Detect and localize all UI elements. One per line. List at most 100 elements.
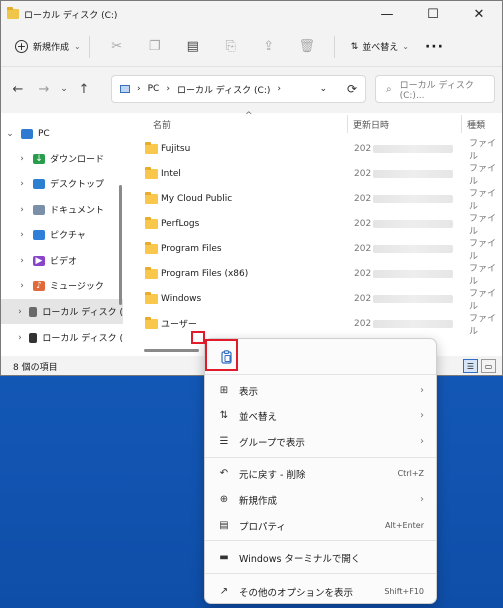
file-type: ファイル <box>469 288 497 312</box>
context-menu: ⊞ 表示 › ⇅ 並べ替え › ☰ グループで表示 › ↶ 元に戻す - 削除 Ctrl+Z ⊕ 新規作成… <box>204 338 437 604</box>
chevron-right-icon[interactable]: › <box>15 256 29 266</box>
toolbar-divider <box>333 35 335 58</box>
chevron-right-icon[interactable]: › <box>15 281 29 291</box>
copy-icon[interactable]: ❐ <box>136 32 174 62</box>
file-name: PerfLogs <box>161 218 200 229</box>
navigation-pane: ⌄ PC › ↓ ダウンロード › デスクトップ › ドキュメント › ピクチャ › ▶ ビデオ › ♪ ミュー… <box>1 113 123 359</box>
address-dropdown-button[interactable]: ⌄ <box>319 84 327 94</box>
sidebar-item[interactable]: › ♪ ミュージック <box>1 273 123 298</box>
column-header-name[interactable]: 名前 <box>153 113 171 135</box>
new-button[interactable]: + 新規作成 ⌄ <box>15 40 81 53</box>
sidebar-item[interactable]: ⌄ PC <box>1 121 123 146</box>
recent-locations-button[interactable]: ⌄ <box>57 76 71 102</box>
sidebar-scrollbar[interactable] <box>119 185 122 305</box>
column-divider[interactable] <box>461 115 462 133</box>
details-view-button[interactable]: ☰ <box>463 359 478 373</box>
context-menu-item[interactable]: ▤ プロパティ Alt+Enter <box>205 513 436 538</box>
sidebar-item[interactable]: › ローカル ディスク ( <box>1 325 123 350</box>
file-date: 202 <box>354 193 372 204</box>
chevron-right-icon[interactable]: › <box>15 205 29 215</box>
sidebar-item[interactable]: › ローカル ディスク ( <box>1 299 123 324</box>
file-explorer-window: ローカル ディスク (C:) — ☐ ✕ + 新規作成 ⌄ ✂ ❐ ▤ ⎘ ⇪ … <box>0 0 503 376</box>
close-button[interactable]: ✕ <box>456 1 502 27</box>
file-row[interactable]: Windows 202 ファイル <box>131 286 502 312</box>
search-input[interactable]: ⌕ ローカル ディスク (C:)... <box>375 75 495 103</box>
context-menu-item[interactable]: ⇅ 並べ替え › <box>205 403 436 428</box>
column-divider[interactable] <box>347 115 348 133</box>
column-header-type[interactable]: 種類 <box>467 113 485 135</box>
file-date: 202 <box>354 318 372 329</box>
folder-icon <box>145 166 158 179</box>
context-menu-item[interactable]: ▬ Windows ターミナルで開く <box>205 545 436 570</box>
context-menu-item-label: Windows ターミナルで開く <box>239 553 361 565</box>
highlight-paste-button <box>205 339 238 371</box>
item-count: 8 個の項目 <box>13 362 58 373</box>
breadcrumb-pc[interactable]: PC <box>148 84 160 94</box>
file-type: ファイル <box>469 188 497 212</box>
horizontal-scrollbar[interactable] <box>144 349 199 352</box>
file-row[interactable]: ユーザー 202 ファイル <box>131 311 502 337</box>
maximize-button[interactable]: ☐ <box>410 1 456 27</box>
sidebar-item[interactable]: › ▶ ビデオ <box>1 248 123 273</box>
file-date: 202 <box>354 243 372 254</box>
file-name: Program Files (x86) <box>161 268 249 279</box>
undo-icon: ↶ <box>219 468 229 479</box>
context-menu-item[interactable]: ⊕ 新規作成 › <box>205 487 436 512</box>
chevron-right-icon[interactable]: › <box>15 179 29 189</box>
file-row[interactable]: Program Files (x86) 202 ファイル <box>131 261 502 287</box>
delete-icon[interactable]: 🗑 <box>288 32 326 62</box>
context-menu-item[interactable]: ⊞ 表示 › <box>205 378 436 403</box>
redacted-date <box>373 269 453 278</box>
sort-button[interactable]: ⇅ 並べ替え ⌄ <box>351 40 409 54</box>
minimize-button[interactable]: — <box>364 1 410 27</box>
share-icon[interactable]: ⇪ <box>250 32 288 62</box>
chevron-right-icon[interactable]: › <box>15 307 25 317</box>
address-bar[interactable]: › PC › ローカル ディスク (C:) › ⌄ <box>111 75 366 103</box>
file-name: ユーザー <box>161 320 197 330</box>
sidebar-item[interactable]: › ピクチャ <box>1 222 123 247</box>
refresh-button[interactable]: ⟳ <box>338 75 366 103</box>
terminal-icon: ▬ <box>219 552 229 563</box>
column-header-date[interactable]: 更新日時 <box>353 113 389 135</box>
file-row[interactable]: My Cloud Public 202 ファイル <box>131 186 502 212</box>
content-area: ⌄ PC › ↓ ダウンロード › デスクトップ › ドキュメント › ピクチャ › ▶ ビデオ › ♪ ミュー… <box>1 111 502 359</box>
context-menu-item[interactable]: ↶ 元に戻す - 削除 Ctrl+Z <box>205 461 436 486</box>
sidebar-item-icon <box>28 332 38 343</box>
more-options-button[interactable]: ··· <box>425 39 444 55</box>
file-row[interactable]: Intel 202 ファイル <box>131 161 502 187</box>
file-row[interactable]: Fujitsu 202 ファイル <box>131 136 502 162</box>
cut-icon[interactable]: ✂ <box>98 32 136 62</box>
new-button-label: 新規作成 <box>33 43 70 53</box>
context-menu-item-label: グループで表示 <box>239 437 305 449</box>
chevron-down-icon[interactable]: ⌄ <box>3 129 17 139</box>
context-menu-item[interactable]: ☰ グループで表示 › <box>205 429 436 454</box>
sidebar-item-icon <box>28 306 38 317</box>
forward-button[interactable]: → <box>31 76 57 102</box>
chevron-right-icon[interactable]: › <box>15 154 29 164</box>
folder-icon <box>145 141 158 154</box>
sidebar-item-icon <box>33 229 45 240</box>
sidebar-item-label: ダウンロード <box>50 155 105 165</box>
sidebar-item[interactable]: › ドキュメント <box>1 197 123 222</box>
context-menu-item-label: 表示 <box>239 386 259 398</box>
menu-divider <box>205 457 436 458</box>
file-row[interactable]: PerfLogs 202 ファイル <box>131 211 502 237</box>
back-button[interactable]: ← <box>5 76 31 102</box>
context-menu-item-label: 並べ替え <box>239 411 278 423</box>
sidebar-item[interactable]: › デスクトップ <box>1 171 123 196</box>
sidebar-item[interactable]: › ↓ ダウンロード <box>1 146 123 171</box>
file-row[interactable]: Program Files 202 ファイル <box>131 236 502 262</box>
breadcrumb-separator: › <box>137 84 141 94</box>
folder-icon <box>145 316 158 329</box>
up-button[interactable]: ↑ <box>71 76 97 102</box>
chevron-right-icon[interactable]: › <box>15 333 25 343</box>
large-icons-view-button[interactable]: ▭ <box>481 359 496 373</box>
group-icon: ☰ <box>219 436 229 447</box>
context-menu-item[interactable]: ↗ その他のオプションを表示 Shift+F10 <box>205 579 436 604</box>
chevron-right-icon[interactable]: › <box>15 230 29 240</box>
paste-icon[interactable]: ▤ <box>174 32 212 62</box>
sidebar-item-icon <box>33 204 45 215</box>
breadcrumb-local-disk[interactable]: ローカル ディスク (C:) <box>177 83 270 96</box>
rename-icon[interactable]: ⎘ <box>212 32 250 62</box>
highlight-marker-small <box>191 331 205 344</box>
